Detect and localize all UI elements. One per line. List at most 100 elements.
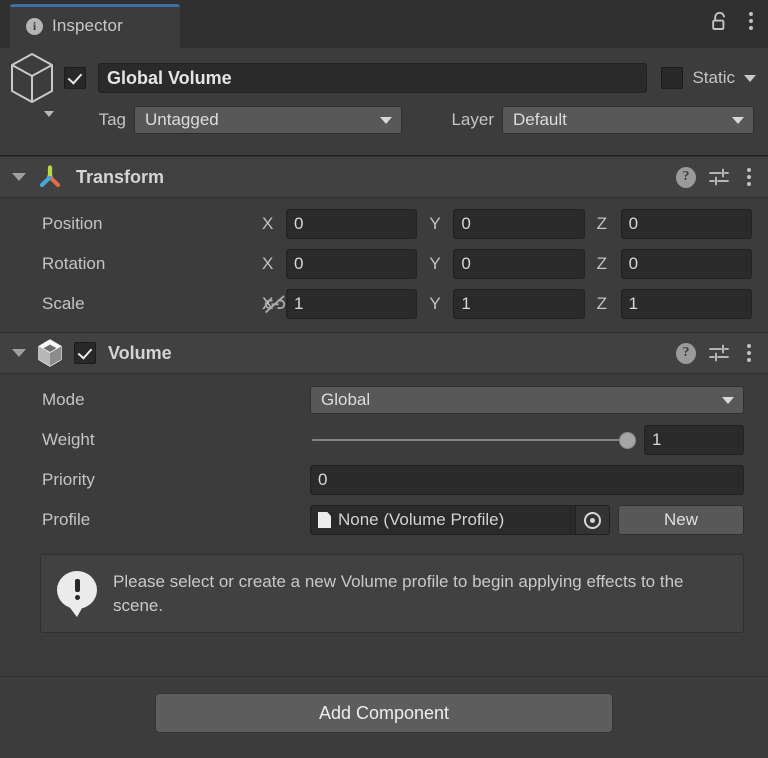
volume-cube-icon bbox=[36, 338, 64, 368]
padlock-unlocked-icon[interactable] bbox=[710, 10, 730, 32]
rotation-axes: X 0 Y 0 Z 0 bbox=[262, 249, 768, 279]
inspector-tabbar: i Inspector bbox=[0, 0, 768, 48]
gameobject-header: Global Volume Static Tag Untagged Layer … bbox=[0, 48, 768, 156]
footer: Add Component bbox=[0, 693, 768, 733]
profile-label: Profile bbox=[42, 510, 91, 529]
cube-gameobject-icon bbox=[8, 51, 56, 105]
position-x-value: 0 bbox=[294, 214, 304, 233]
rotation-x-value: 0 bbox=[294, 254, 304, 273]
axis-label-y: Y bbox=[429, 254, 441, 273]
component-header-volume[interactable]: Volume ? bbox=[0, 332, 768, 374]
scale-z-input[interactable]: 1 bbox=[620, 289, 752, 319]
position-label: Position bbox=[42, 214, 103, 233]
position-axes: X 0 Y 0 Z 0 bbox=[262, 209, 768, 239]
static-checkbox[interactable] bbox=[661, 67, 684, 89]
rotation-y-input[interactable]: 0 bbox=[453, 249, 585, 279]
kebab-menu-icon[interactable] bbox=[742, 341, 756, 365]
weight-input[interactable]: 1 bbox=[644, 425, 744, 455]
component-actions-transform: ? bbox=[676, 157, 756, 197]
volume-enabled-checkbox[interactable] bbox=[74, 342, 96, 364]
scale-x-input[interactable]: 1 bbox=[286, 289, 418, 319]
chevron-down-icon bbox=[732, 116, 744, 124]
mode-control: Global bbox=[310, 386, 744, 414]
position-x-input[interactable]: 0 bbox=[286, 209, 418, 239]
tab-inspector-label: Inspector bbox=[52, 16, 123, 35]
volume-row-mode: Mode Global bbox=[0, 380, 768, 420]
priority-value: 0 bbox=[318, 470, 328, 489]
add-component-button[interactable]: Add Component bbox=[155, 693, 613, 733]
profile-object-text: None (Volume Profile) bbox=[311, 510, 575, 530]
tag-dropdown[interactable]: Untagged bbox=[134, 106, 402, 134]
layer-dropdown[interactable]: Default bbox=[502, 106, 754, 134]
layer-label: Layer bbox=[451, 110, 494, 129]
foldout-arrow-icon[interactable] bbox=[12, 349, 26, 357]
help-icon[interactable]: ? bbox=[676, 166, 696, 188]
weight-slider-track bbox=[312, 439, 634, 441]
tabbar-actions bbox=[710, 9, 758, 33]
component-header-transform[interactable]: Transform ? bbox=[0, 156, 768, 198]
gameobject-name-value: Global Volume bbox=[107, 67, 232, 88]
volume-helpbox: Please select or create a new Volume pro… bbox=[40, 554, 744, 634]
speech-bubble-warning-icon bbox=[57, 571, 97, 609]
priority-label: Priority bbox=[42, 470, 95, 489]
priority-input[interactable]: 0 bbox=[310, 465, 744, 495]
profile-object-field[interactable]: None (Volume Profile) bbox=[310, 505, 610, 535]
rotation-x-input[interactable]: 0 bbox=[286, 249, 418, 279]
component-actions-volume: ? bbox=[676, 333, 756, 373]
inspector-window: i Inspector Global Volume Static Tag Unt… bbox=[0, 0, 768, 758]
static-dropdown-arrow-icon[interactable] bbox=[744, 74, 756, 82]
scale-y-input[interactable]: 1 bbox=[453, 289, 585, 319]
gameobject-icon-button[interactable] bbox=[0, 51, 64, 117]
helpbox-message: Please select or create a new Volume pro… bbox=[113, 572, 684, 616]
gameobject-name-input[interactable]: Global Volume bbox=[98, 63, 648, 93]
layer-value: Default bbox=[513, 110, 567, 129]
tag-layer-row: Tag Untagged Layer Default bbox=[0, 104, 768, 136]
tag-label: Tag bbox=[98, 110, 126, 129]
axis-label-y: Y bbox=[429, 294, 441, 313]
component-settings-icon[interactable] bbox=[708, 342, 730, 364]
foldout-arrow-icon[interactable] bbox=[12, 173, 26, 181]
new-profile-button[interactable]: New bbox=[618, 505, 744, 535]
chevron-down-icon bbox=[722, 396, 734, 404]
rotation-y-value: 0 bbox=[461, 254, 471, 273]
rotation-label: Rotation bbox=[42, 254, 106, 273]
transform-row-rotation: Rotation X 0 Y 0 Z 0 bbox=[0, 244, 768, 284]
mode-label: Mode bbox=[42, 390, 85, 409]
component-title-volume: Volume bbox=[108, 342, 172, 363]
static-control: Static bbox=[647, 67, 768, 89]
scale-axes: X 1 Y 1 Z 1 bbox=[262, 289, 768, 319]
document-icon bbox=[318, 512, 331, 528]
component-settings-icon[interactable] bbox=[708, 166, 730, 188]
weight-label: Weight bbox=[42, 430, 95, 449]
kebab-menu-icon[interactable] bbox=[742, 165, 756, 189]
gameobject-active-checkbox[interactable] bbox=[64, 67, 86, 89]
component-title-transform: Transform bbox=[76, 166, 165, 187]
position-y-value: 0 bbox=[461, 214, 471, 233]
axis-label-x: X bbox=[262, 214, 274, 233]
axis-label-x: X bbox=[262, 254, 274, 273]
scale-x-value: 1 bbox=[294, 294, 304, 313]
linked-chain-off-icon[interactable] bbox=[262, 292, 288, 316]
mode-value: Global bbox=[321, 390, 371, 409]
position-y-input[interactable]: 0 bbox=[453, 209, 585, 239]
object-picker-icon[interactable] bbox=[575, 506, 609, 534]
weight-slider-handle[interactable] bbox=[619, 431, 636, 449]
weight-control: 1 bbox=[310, 425, 744, 455]
scale-label: Scale bbox=[42, 294, 85, 313]
profile-control: None (Volume Profile) New bbox=[310, 505, 744, 535]
volume-row-profile: Profile None (Volume Profile) New bbox=[0, 500, 768, 540]
kebab-menu-icon[interactable] bbox=[744, 9, 758, 33]
static-label: Static bbox=[692, 68, 735, 87]
axis-label-z: Z bbox=[596, 254, 608, 273]
footer-divider bbox=[0, 676, 768, 677]
chevron-down-icon bbox=[380, 116, 392, 124]
component-body-transform: Position X 0 Y 0 Z 0 Rotation X 0 Y 0 Z … bbox=[0, 198, 768, 332]
scale-y-value: 1 bbox=[461, 294, 471, 313]
rotation-z-input[interactable]: 0 bbox=[620, 249, 752, 279]
weight-slider[interactable] bbox=[310, 425, 636, 455]
position-z-input[interactable]: 0 bbox=[620, 209, 752, 239]
mode-dropdown[interactable]: Global bbox=[310, 386, 744, 414]
help-icon[interactable]: ? bbox=[676, 342, 696, 364]
add-component-label: Add Component bbox=[318, 702, 450, 723]
tab-inspector[interactable]: i Inspector bbox=[10, 4, 180, 48]
